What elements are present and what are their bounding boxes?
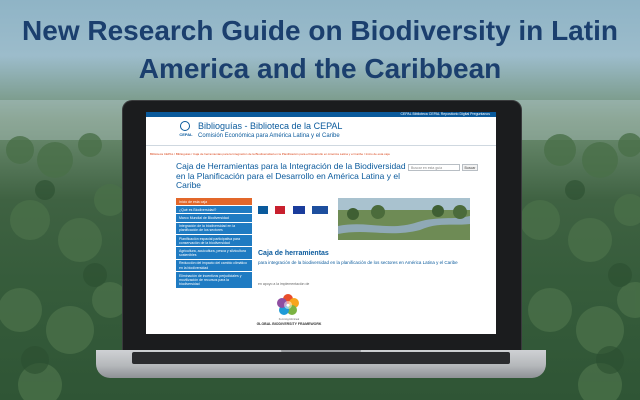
- header-divider: [146, 145, 496, 146]
- site-top-bar: CEPAL Biblioteca CEPAL Repositorio Digit…: [146, 112, 496, 117]
- partner-logos: [258, 201, 338, 214]
- logo-text: CEPAL: [179, 132, 193, 137]
- nav-item-reduccion[interactable]: Reducción del impacto del cambio climáti…: [176, 259, 252, 272]
- site-subtitle: Comisión Económica para América Latina y…: [198, 133, 340, 139]
- eu-flag-icon: [292, 205, 305, 214]
- gbf-flower-logo: [274, 291, 302, 319]
- nav-item-inicio[interactable]: Inicio de esta caja: [176, 198, 252, 206]
- search-input[interactable]: Buscar en esta guía: [408, 164, 460, 171]
- nav-item-agricultura[interactable]: Agricultura, acuicultura, pesca y silvic…: [176, 247, 252, 259]
- nav-item-que-es[interactable]: ¿Qué es Biodiversidad?: [176, 206, 252, 214]
- nav-item-planificacion[interactable]: Planificación espacial participativa par…: [176, 235, 252, 247]
- top-links[interactable]: CEPAL Biblioteca CEPAL Repositorio Digit…: [401, 112, 491, 117]
- gbf-label: GLOBAL BIODIVERSITY FRAMEWORK: [256, 322, 322, 326]
- guide-nav: Inicio de esta caja ¿Qué es Biodiversida…: [176, 198, 252, 289]
- nav-item-marco[interactable]: Marco Mundial de Biodiversidad: [176, 214, 252, 222]
- nav-item-integracion[interactable]: Integración de la biodiversidad en la pl…: [176, 222, 252, 235]
- nav-item-eliminacion[interactable]: Eliminación de incentivos perjudiciales …: [176, 272, 252, 288]
- search-button[interactable]: Buscar: [462, 164, 478, 171]
- cepal-small-logo: [258, 205, 268, 214]
- site-title[interactable]: Biblioguías - Biblioteca de la CEPAL: [198, 121, 342, 131]
- partner-logo-red: [275, 205, 286, 214]
- page-title: Caja de Herramientas para la Integración…: [176, 161, 406, 190]
- laptop-keyboard: [132, 352, 510, 364]
- toolbox-title: Caja de herramientas: [258, 250, 329, 257]
- support-text: en apoyo a la implementación de: [258, 282, 310, 286]
- gbf-small-label: Kunming-Montreal: [278, 318, 300, 321]
- headline: New Research Guide on Biodiversity in La…: [22, 15, 618, 84]
- laptop-screen: CEPAL Biblioteca CEPAL Repositorio Digit…: [146, 112, 496, 334]
- breadcrumb[interactable]: Biblioteca CEPAL / Biblioguías / Caja de…: [150, 152, 410, 156]
- un-emblem-icon: [180, 121, 190, 131]
- river-photo: [338, 198, 470, 240]
- partner-logo-blue: [312, 205, 329, 214]
- cepal-logo[interactable]: CEPAL: [178, 121, 193, 137]
- toolbox-subtitle: para integración de la biodiversidad en …: [258, 260, 458, 265]
